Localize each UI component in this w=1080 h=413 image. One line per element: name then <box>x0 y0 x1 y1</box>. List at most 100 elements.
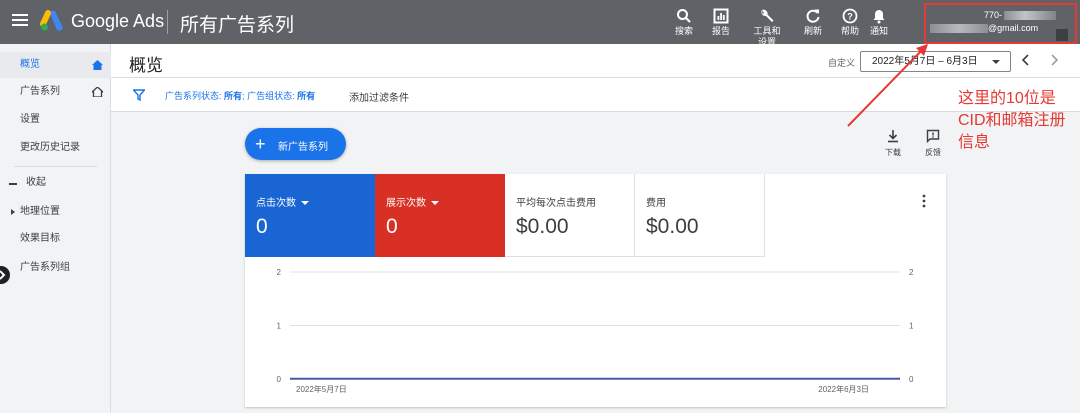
metric-value: 0 <box>386 215 398 238</box>
sidebar-item-label: 更改历史记录 <box>20 142 80 153</box>
title-divider <box>167 10 168 34</box>
annotation-text: 这里的10位是 CID和邮箱注册 信息 <box>958 88 1076 154</box>
metric-value: $0.00 <box>516 215 569 238</box>
customer-id-redacted <box>1004 11 1056 20</box>
sidebar-item-locations[interactable]: 地理位置 <box>0 199 111 225</box>
y-tick-label-left: 1 <box>277 322 282 331</box>
account-email: @gmail.com <box>988 23 1039 33</box>
plus-icon: + <box>255 134 266 154</box>
chevron-right-icon <box>0 270 6 280</box>
sidebar-item-campaigns[interactable]: 广告系列 <box>0 79 111 105</box>
annotation-line: 信息 <box>958 134 991 151</box>
sidebar-item-campaign-groups[interactable]: 广告系列组 <box>0 255 111 281</box>
feedback-label: 反馈 <box>925 148 941 157</box>
active-filters[interactable]: 广告系列状态: 所有; 广告组状态: 所有 <box>165 89 315 102</box>
performance-chart: 2 2 1 1 0 0 2022年5月7日 2022年6月3日 <box>277 268 914 394</box>
metric-label: 展示次数 <box>386 194 439 209</box>
y-tick-label-left: 0 <box>277 375 282 384</box>
sidebar-item-label: 广告系列组 <box>20 262 70 273</box>
search-icon <box>677 9 691 23</box>
top-page-title: 所有广告系列 <box>180 15 295 36</box>
bell-icon <box>873 10 885 24</box>
notifications-button[interactable]: 通知 <box>863 8 895 37</box>
metric-cost[interactable]: 费用 $0.00 <box>635 174 765 257</box>
sidebar-item-settings[interactable]: 设置 <box>0 107 111 133</box>
brand-name[interactable]: Google Ads <box>71 11 164 32</box>
metric-impressions[interactable]: 展示次数 0 <box>375 174 505 257</box>
sidebar-item-label: 设置 <box>20 114 40 125</box>
help-label: 帮助 <box>840 26 859 36</box>
wrench-icon <box>761 9 774 22</box>
add-filter-button[interactable]: 添加过滤条件 <box>349 89 409 104</box>
help-icon: ? <box>842 8 858 24</box>
notifications-label: 通知 <box>869 26 888 36</box>
new-campaign-label: 新广告系列 <box>278 142 328 153</box>
expand-sidebar-button[interactable] <box>0 266 10 284</box>
download-label: 下载 <box>885 148 901 157</box>
sidebar-item-label: 收起 <box>26 177 46 188</box>
hamburger-menu-icon[interactable] <box>12 14 28 26</box>
new-campaign-button[interactable]: + 新广告系列 <box>245 128 346 160</box>
dropdown-arrow-icon <box>431 201 439 206</box>
y-tick-label-right: 1 <box>909 322 914 331</box>
annotation-arrow <box>847 44 928 127</box>
metric-label: 点击次数 <box>256 194 309 209</box>
sidebar-item-label: 效果目标 <box>20 233 60 244</box>
dropdown-arrow-icon <box>992 60 1000 64</box>
customer-id: 770- <box>984 10 1003 20</box>
y-tick-label-right: 2 <box>909 268 914 277</box>
adgroup-status-label: 广告组状态: <box>247 91 295 101</box>
more-vert-icon[interactable] <box>922 194 926 208</box>
sidebar-item-change-history[interactable]: 更改历史记录 <box>0 135 111 161</box>
x-tick-label: 2022年5月7日 <box>296 384 347 394</box>
reports-label: 报告 <box>711 26 730 36</box>
sidebar-divider <box>14 166 97 167</box>
sidebar-item-label: 广告系列 <box>20 86 60 97</box>
reports-button[interactable]: 报告 <box>705 8 737 37</box>
dropdown-arrow-icon <box>301 201 309 206</box>
sidebar-item-overview[interactable]: 概览 <box>0 52 111 78</box>
metric-label: 费用 <box>646 198 666 209</box>
y-tick-label-right: 0 <box>909 375 914 384</box>
account-info[interactable]: 770- @gmail.com <box>924 3 1077 44</box>
chevron-right-icon[interactable] <box>1047 53 1061 67</box>
feedback-button[interactable]: 反馈 <box>918 129 948 158</box>
metric-value: 0 <box>256 215 268 238</box>
search-label: 搜索 <box>674 26 693 36</box>
svg-text:?: ? <box>847 12 853 22</box>
sidebar: 概览 广告系列 设置 更改历史记录 收起 地理位置 效果目标 广告系列组 <box>0 44 111 413</box>
avatar[interactable] <box>1056 29 1068 41</box>
adgroup-status-value: 所有 <box>297 91 316 101</box>
home-icon <box>92 87 103 97</box>
filter-icon[interactable] <box>133 89 145 101</box>
metric-clicks[interactable]: 点击次数 0 <box>245 174 375 257</box>
refresh-icon <box>806 9 820 23</box>
annotation-line: 这里的10位是 <box>958 90 1056 107</box>
refresh-label: 刷新 <box>803 26 822 36</box>
chevron-left-icon[interactable] <box>1019 53 1033 67</box>
metric-avg-cpc[interactable]: 平均每次点击费用 $0.00 <box>505 174 635 257</box>
google-ads-logo[interactable] <box>40 10 64 32</box>
page-title: 概览 <box>129 56 163 75</box>
sidebar-item-label: 地理位置 <box>20 206 60 217</box>
search-button[interactable]: 搜索 <box>668 8 700 37</box>
campaign-status-value: 所有 <box>224 91 243 101</box>
sidebar-item-performance-goals[interactable]: 效果目标 <box>0 226 111 252</box>
tools-settings-button[interactable]: 工具和设置 <box>751 8 783 48</box>
download-button[interactable]: 下载 <box>878 129 908 158</box>
metric-value: $0.00 <box>646 215 699 238</box>
help-button[interactable]: ? 帮助 <box>834 8 866 37</box>
y-tick-label-left: 2 <box>277 268 282 277</box>
metric-label: 平均每次点击费用 <box>516 198 596 209</box>
performance-card: 点击次数 0 展示次数 0 平均每次点击费用 $0.00 费用 $0.00 22… <box>245 174 946 407</box>
top-bar: Google Ads 所有广告系列 搜索 报告 工具和设置 刷新 ? 帮助 通知… <box>0 0 1080 47</box>
annotation-line: CID和邮箱注册 <box>958 112 1066 129</box>
home-icon <box>92 60 103 70</box>
reports-icon <box>713 8 729 24</box>
campaign-status-label: 广告系列状态: <box>165 91 222 101</box>
sidebar-item-collapse[interactable]: 收起 <box>0 170 111 196</box>
refresh-button[interactable]: 刷新 <box>797 8 829 37</box>
sidebar-item-label: 概览 <box>20 59 40 70</box>
x-tick-label: 2022年6月3日 <box>818 384 869 394</box>
email-redacted <box>930 24 988 33</box>
